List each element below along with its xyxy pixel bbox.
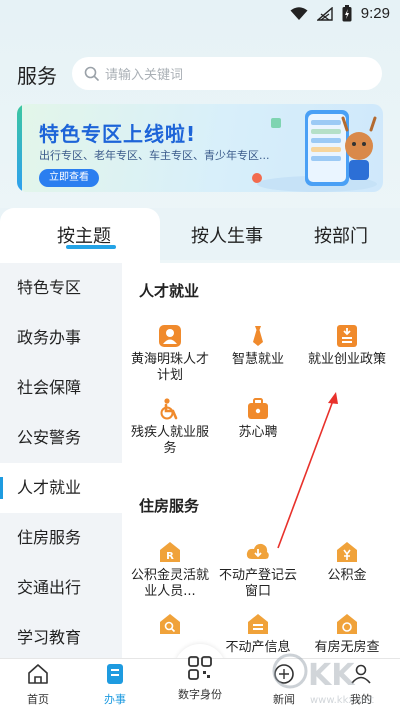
service-item-property-cloud-window[interactable]: 不动产登记云窗口	[213, 541, 303, 600]
sidebar-item-housing[interactable]: 住房服务	[0, 513, 122, 563]
banner-title: 特色专区上线啦!	[39, 122, 197, 146]
yuan-house-icon	[337, 542, 357, 562]
sidebar-item-government-affairs[interactable]: 政务办事	[0, 313, 122, 363]
nav-home[interactable]: 首页	[8, 663, 68, 707]
service-item-employment-policy[interactable]: 就业创业政策	[302, 325, 392, 368]
sidebar-item-social-security[interactable]: 社会保障	[0, 363, 122, 413]
section-title-talent: 人才就业	[139, 282, 200, 300]
svg-text:R: R	[166, 551, 174, 562]
nav-services[interactable]: 办事	[85, 663, 145, 707]
service-icon	[107, 664, 123, 684]
section-title-housing: 住房服务	[139, 497, 200, 515]
house-query-icon	[337, 614, 357, 634]
service-content: 人才就业 黄海明珠人才计划 智慧就业 就业创业政策 残疾人就业服务 苏心聘 住房…	[122, 263, 400, 658]
search-input[interactable]: 请输入关键词	[72, 57, 382, 90]
service-item-huanghai-talent[interactable]: 黄海明珠人才计划	[125, 325, 215, 384]
housing-fund-icon: R	[160, 542, 180, 562]
tab-active-indicator	[66, 245, 116, 249]
tie-icon	[253, 326, 263, 346]
search-icon	[84, 66, 99, 81]
house-search-icon	[160, 614, 180, 634]
home-icon	[28, 664, 48, 684]
search-placeholder: 请输入关键词	[105, 68, 184, 83]
wifi-icon	[290, 6, 308, 20]
nav-digital-identity[interactable]: 数字身份	[170, 656, 230, 702]
page-title: 服务	[17, 64, 57, 88]
status-icons: 9:29	[290, 5, 390, 22]
no-signal-icon	[316, 6, 333, 21]
service-item-housing-fund[interactable]: 公积金	[302, 541, 392, 584]
sidebar-item-police[interactable]: 公安警务	[0, 413, 122, 463]
service-item-suxinpin[interactable]: 苏心聘	[213, 398, 303, 441]
person-icon	[159, 325, 181, 347]
battery-charging-icon	[342, 5, 352, 22]
service-item-house-search[interactable]	[125, 613, 215, 640]
banner-view-button[interactable]: 立即查看	[39, 169, 99, 187]
status-bar: 9:29	[0, 0, 400, 28]
tab-by-life-event[interactable]: 按人生事	[191, 222, 263, 248]
sidebar-item-featured[interactable]: 特色专区	[0, 263, 122, 313]
qr-code-icon	[188, 656, 212, 680]
banner-phone-deer-illustration	[252, 110, 377, 192]
document-icon	[337, 325, 357, 347]
wheelchair-icon	[160, 398, 178, 420]
sidebar-item-talent-employment[interactable]: 人才就业	[0, 463, 122, 513]
service-item-housing-fund-flexible[interactable]: R 公积金灵活就业人员...	[125, 541, 215, 600]
site-watermark-logo: KK www.kkx.net	[272, 653, 374, 706]
tab-by-department[interactable]: 按部门	[314, 222, 368, 248]
status-time: 9:29	[360, 5, 390, 22]
svg-text:www.kkx.net: www.kkx.net	[310, 695, 374, 706]
service-item-disabled-employment[interactable]: 残疾人就业服务	[125, 398, 215, 457]
svg-text:KK: KK	[308, 658, 356, 693]
banner-stripe	[17, 104, 22, 192]
sidebar: 特色专区 政务办事 社会保障 公安警务 人才就业 住房服务 交通出行 学习教育	[0, 263, 122, 658]
banner-subtitle: 出行专区、老年专区、车主专区、青少年专区...	[39, 149, 270, 162]
briefcase-icon	[248, 398, 268, 419]
property-info-icon	[248, 614, 268, 634]
feature-banner[interactable]: 特色专区上线啦! 出行专区、老年专区、车主专区、青少年专区... 立即查看	[17, 104, 383, 192]
service-item-smart-employment[interactable]: 智慧就业	[213, 325, 303, 368]
cloud-download-icon	[246, 543, 269, 559]
sidebar-item-education[interactable]: 学习教育	[0, 613, 122, 663]
sidebar-item-transport[interactable]: 交通出行	[0, 563, 122, 613]
